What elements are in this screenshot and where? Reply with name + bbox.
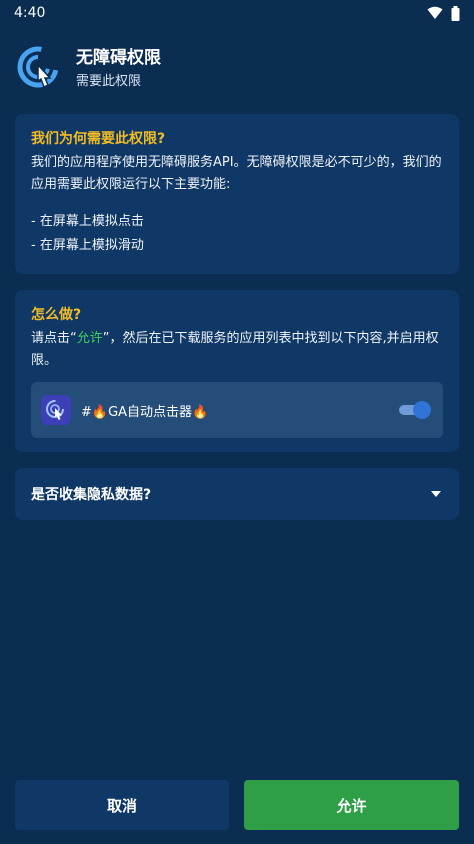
caret-down-icon[interactable] [429, 487, 443, 501]
how-to-card: 怎么做? 请点击“允许”，然后在已下载服务的应用列表中找到以下内容,并启用权限。… [15, 290, 459, 452]
service-example-row: #🔥GA自动点击器🔥 [31, 382, 443, 438]
privacy-data-collapsible[interactable]: 是否收集隐私数据? [15, 468, 459, 520]
service-toggle [399, 401, 431, 419]
touch-target-icon [46, 400, 64, 420]
header: 无障碍权限 需要此权限 [16, 42, 456, 96]
how-card-title: 怎么做? [31, 307, 82, 323]
toggle-knob [413, 401, 431, 419]
status-time: 4:40 [14, 5, 46, 21]
why-card-body: 我们的应用程序使用无障碍服务API。无障碍权限是必不可少的，我们的应用需要此权限… [31, 155, 442, 192]
allow-button[interactable]: 允许 [244, 780, 459, 830]
privacy-question-label: 是否收集隐私数据? [31, 487, 152, 503]
status-bar: 4:40 [0, 0, 474, 26]
why-card-title: 我们为何需要此权限? [31, 131, 166, 147]
how-card-body: 请点击“允许”，然后在已下载服务的应用列表中找到以下内容,并启用权限。 [31, 328, 443, 372]
header-text: 无障碍权限 需要此权限 [76, 46, 161, 92]
service-name: #🔥GA自动点击器🔥 [81, 404, 209, 420]
app-service-icon [41, 395, 71, 425]
page-title: 无障碍权限 [76, 48, 161, 68]
feature-item-click: - 在屏幕上模拟点击 [31, 214, 144, 229]
feature-list: - 在屏幕上模拟点击 - 在屏幕上模拟滑动 [31, 210, 443, 258]
battery-icon [451, 5, 460, 21]
wifi-icon [427, 6, 443, 19]
cancel-button[interactable]: 取消 [15, 780, 229, 830]
how-body-highlight: 允许 [76, 331, 103, 346]
status-icons [427, 5, 460, 21]
why-permission-card: 我们为何需要此权限? 我们的应用程序使用无障碍服务API。无障碍权限是必不可少的… [15, 114, 459, 274]
accessibility-touch-icon [17, 46, 59, 89]
how-body-prefix: 请点击“ [31, 331, 77, 346]
feature-item-swipe: - 在屏幕上模拟滑动 [31, 238, 144, 253]
page-subtitle: 需要此权限 [76, 74, 142, 89]
